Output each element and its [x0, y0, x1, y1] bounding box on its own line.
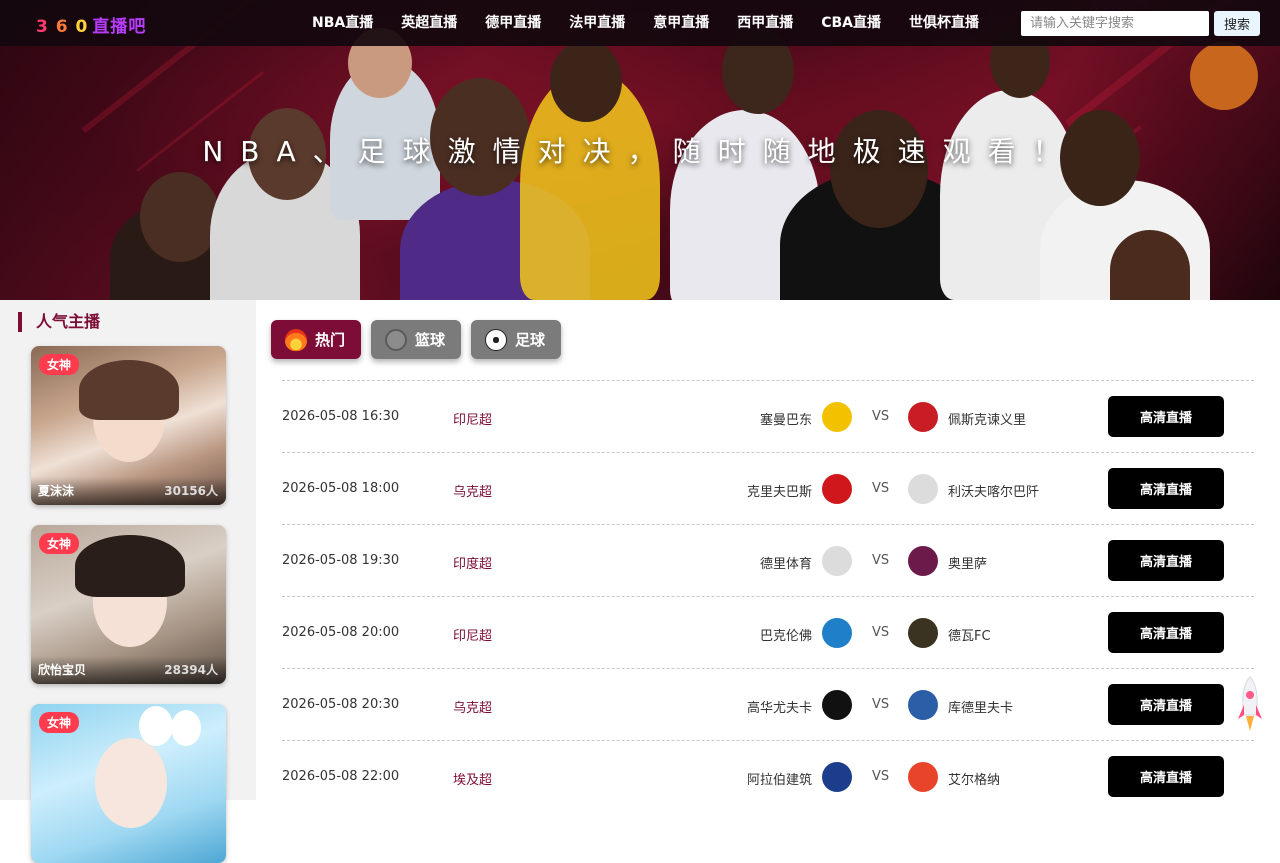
- anchor-tag: 女神: [39, 533, 80, 554]
- home-team-name: 高华尤夫卡: [746, 701, 812, 716]
- vs-label: VS: [872, 553, 890, 568]
- anchor-tag: 女神: [39, 712, 80, 733]
- away-team-name: 利沃夫喀尔巴阡: [948, 485, 1040, 500]
- anchor-card[interactable]: 女神 夏沫沫 30156人: [31, 346, 226, 505]
- site-logo[interactable]: 3 6 0 直播吧: [36, 12, 146, 37]
- vs-label: VS: [872, 769, 890, 784]
- nav-club-world-cup[interactable]: 世俱杯直播: [895, 0, 993, 46]
- nav-premier-league[interactable]: 英超直播: [387, 0, 471, 46]
- tab-football[interactable]: 足球: [471, 320, 561, 359]
- match-time: 2026-05-08 18:00: [282, 481, 400, 496]
- away-team-name: 德瓦FC: [948, 629, 991, 644]
- match-row: 2026-05-08 22:00 埃及超 阿拉伯建筑 VS 艾尔格纳 高清直播: [282, 740, 1254, 812]
- soccer-ball-icon: [485, 328, 507, 351]
- nav-la-liga[interactable]: 西甲直播: [723, 0, 807, 46]
- match-league[interactable]: 乌克超: [453, 481, 492, 500]
- home-team-name: 塞曼巴东: [759, 413, 812, 428]
- top-nav-bar: 3 6 0 直播吧 NBA直播 英超直播 德甲直播 法甲直播 意甲直播 西甲直播 …: [0, 0, 1280, 46]
- home-team-logo-icon: [822, 762, 852, 792]
- vs-label: VS: [872, 481, 890, 496]
- home-team-logo-icon: [822, 690, 852, 720]
- hd-live-button[interactable]: 高清直播: [1108, 540, 1224, 581]
- hd-live-button[interactable]: 高清直播: [1108, 396, 1224, 437]
- tab-label: 篮球: [415, 331, 446, 349]
- home-team-name: 巴克伦佛: [759, 629, 812, 644]
- home-team-logo-icon: [822, 474, 852, 504]
- anchor-card[interactable]: 女神: [31, 704, 226, 863]
- tab-label: 足球: [515, 331, 546, 349]
- match-league[interactable]: 印尼超: [453, 409, 492, 428]
- popular-anchors-sidebar: 人气主播 女神 夏沫沫 30156人 女神 欣怡宝贝 28394人 女神: [0, 300, 256, 863]
- match-time: 2026-05-08 22:00: [282, 769, 400, 784]
- home-team-name: 克里夫巴斯: [746, 485, 812, 500]
- match-time: 2026-05-08 19:30: [282, 553, 400, 568]
- match-row: 2026-05-08 16:30 印尼超 塞曼巴东 VS 佩斯克谏义里 高清直播: [282, 380, 1254, 452]
- match-time: 2026-05-08 20:00: [282, 625, 400, 640]
- match-row: 2026-05-08 19:30 印度超 德里体育 VS 奥里萨 高清直播: [282, 524, 1254, 596]
- match-league[interactable]: 埃及超: [453, 769, 492, 788]
- away-team-logo-icon: [908, 402, 938, 432]
- match-list: 2026-05-08 16:30 印尼超 塞曼巴东 VS 佩斯克谏义里 高清直播 2026-…: [282, 380, 1254, 812]
- nav-serie-a[interactable]: 意甲直播: [639, 0, 723, 46]
- back-to-top-rocket-icon[interactable]: [1236, 675, 1264, 735]
- anchor-tag: 女神: [39, 354, 80, 375]
- vs-label: VS: [872, 625, 890, 640]
- hd-live-button[interactable]: 高清直播: [1108, 684, 1224, 725]
- home-team-logo-icon: [822, 546, 852, 576]
- home-team-logo-icon: [822, 618, 852, 648]
- match-row: 2026-05-08 20:00 印尼超 巴克伦佛 VS 德瓦FC 高清直播: [282, 596, 1254, 668]
- fire-icon: [285, 328, 307, 351]
- away-team-logo-icon: [908, 762, 938, 792]
- away-team-logo-icon: [908, 690, 938, 720]
- anchor-avatar: [95, 738, 167, 828]
- away-team-logo-icon: [908, 546, 938, 576]
- anchor-viewer-count: 28394人: [164, 663, 218, 677]
- basketball-icon: [385, 328, 407, 351]
- away-team-name: 奥里萨: [948, 557, 988, 572]
- match-row: 2026-05-08 20:30 乌克超 高华尤夫卡 VS 库德里夫卡 高清直播: [282, 668, 1254, 740]
- tab-basketball[interactable]: 篮球: [371, 320, 461, 359]
- away-team-name: 佩斯克谏义里: [948, 413, 1027, 428]
- anchor-name: 欣怡宝贝: [38, 663, 87, 677]
- tab-label: 热门: [315, 331, 346, 349]
- away-team-name: 艾尔格纳: [948, 773, 1001, 788]
- vs-label: VS: [872, 697, 890, 712]
- match-league[interactable]: 乌克超: [453, 697, 492, 716]
- main-nav: NBA直播 英超直播 德甲直播 法甲直播 意甲直播 西甲直播 CBA直播 世俱杯…: [298, 0, 993, 46]
- away-team-logo-icon: [908, 474, 938, 504]
- home-team-logo-icon: [822, 402, 852, 432]
- hd-live-button[interactable]: 高清直播: [1108, 756, 1224, 797]
- sidebar-title: 人气主播: [18, 312, 100, 332]
- anchor-card[interactable]: 女神 欣怡宝贝 28394人: [31, 525, 226, 684]
- hd-live-button[interactable]: 高清直播: [1108, 612, 1224, 653]
- vs-label: VS: [872, 409, 890, 424]
- tab-hot[interactable]: 热门: [271, 320, 361, 359]
- home-team-name: 阿拉伯建筑: [746, 773, 812, 788]
- away-team-name: 库德里夫卡: [948, 701, 1014, 716]
- search-button[interactable]: 搜索: [1214, 11, 1260, 36]
- anchor-viewer-count: 30156人: [164, 484, 218, 498]
- sport-tabs: 热门 篮球 足球: [271, 320, 561, 359]
- match-row: 2026-05-08 18:00 乌克超 克里夫巴斯 VS 利沃夫喀尔巴阡 高清直播: [282, 452, 1254, 524]
- search-input[interactable]: [1021, 11, 1209, 36]
- away-team-logo-icon: [908, 618, 938, 648]
- nav-nba[interactable]: NBA直播: [298, 0, 387, 46]
- match-league[interactable]: 印尼超: [453, 625, 492, 644]
- nav-ligue1[interactable]: 法甲直播: [555, 0, 639, 46]
- match-league[interactable]: 印度超: [453, 553, 492, 572]
- home-team-name: 德里体育: [759, 557, 812, 572]
- match-time: 2026-05-08 20:30: [282, 697, 400, 712]
- match-time: 2026-05-08 16:30: [282, 409, 400, 424]
- nav-bundesliga[interactable]: 德甲直播: [471, 0, 555, 46]
- nav-cba[interactable]: CBA直播: [807, 0, 895, 46]
- hd-live-button[interactable]: 高清直播: [1108, 468, 1224, 509]
- banner-slogan: NBA、足球激情对决，随时随地极速观看！: [202, 135, 1078, 168]
- anchor-name: 夏沫沫: [38, 484, 75, 498]
